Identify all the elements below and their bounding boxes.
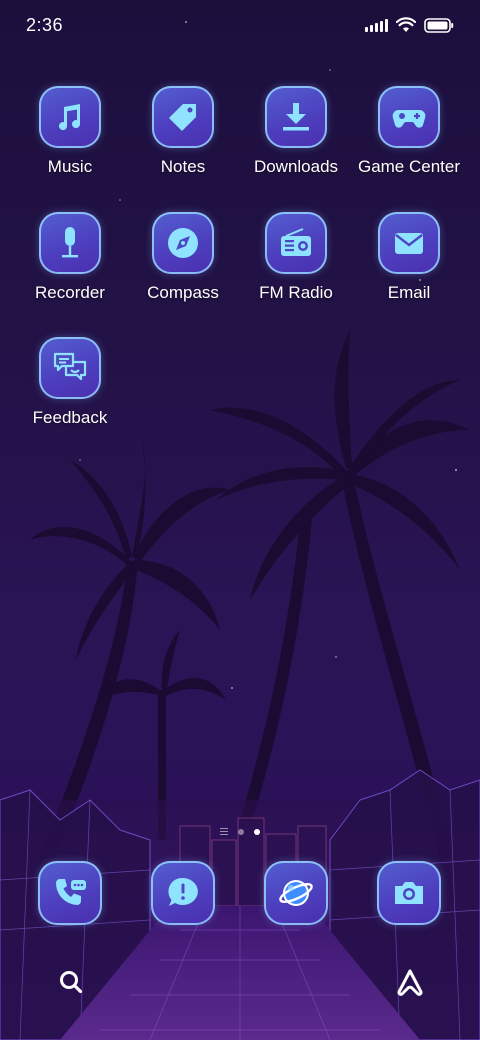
tag-icon (152, 86, 214, 148)
dock-browser[interactable] (264, 861, 328, 925)
app-label: Downloads (253, 157, 339, 176)
app-label: Recorder (35, 283, 105, 302)
app-email[interactable]: Email (353, 212, 465, 303)
app-game-center[interactable]: Game Center (353, 86, 465, 177)
app-feedback[interactable]: Feedback (14, 337, 126, 428)
app-label: Music (47, 157, 93, 176)
search-icon (60, 971, 83, 994)
app-label: Compass (147, 283, 219, 302)
status-icons (365, 15, 454, 35)
app-compass[interactable]: Compass (127, 212, 239, 303)
home-screen: 2:36 Music Notes Downloads Game Center R… (0, 0, 480, 1040)
camera-icon (377, 861, 441, 925)
app-label: Notes (160, 157, 206, 176)
gamepad-icon (378, 86, 440, 148)
page-dot (238, 828, 244, 835)
microphone-icon (39, 212, 101, 274)
feedback-chat-icon (39, 337, 101, 399)
envelope-icon (378, 212, 440, 274)
message-icon (151, 861, 215, 925)
app-notes[interactable]: Notes (127, 86, 239, 177)
cellular-signal-icon (365, 18, 388, 32)
search-button[interactable] (55, 966, 87, 998)
page-dot-active (254, 828, 260, 835)
music-note-icon (39, 86, 101, 148)
app-label: Email (387, 283, 431, 302)
app-recorder[interactable]: Recorder (14, 212, 126, 303)
assistant-button[interactable] (394, 966, 426, 998)
page-indicator[interactable] (0, 828, 480, 835)
browser-planet-icon (264, 861, 328, 925)
wifi-icon (396, 17, 416, 32)
assistant-icon (397, 969, 423, 996)
dock-camera[interactable] (377, 861, 441, 925)
phone-icon (38, 861, 102, 925)
app-music[interactable]: Music (14, 86, 126, 177)
app-downloads[interactable]: Downloads (240, 86, 352, 177)
battery-icon (424, 17, 454, 33)
download-icon (265, 86, 327, 148)
compass-icon (152, 212, 214, 274)
radio-icon (265, 212, 327, 274)
dock-messages[interactable] (151, 861, 215, 925)
app-label: Feedback (32, 408, 108, 427)
status-bar: 2:36 (0, 0, 480, 50)
dock-phone[interactable] (38, 861, 102, 925)
status-time: 2:36 (26, 15, 64, 35)
app-list-indicator-icon (220, 828, 228, 835)
app-label: FM Radio (259, 283, 333, 302)
app-label: Game Center (357, 157, 461, 176)
app-fm-radio[interactable]: FM Radio (240, 212, 352, 303)
